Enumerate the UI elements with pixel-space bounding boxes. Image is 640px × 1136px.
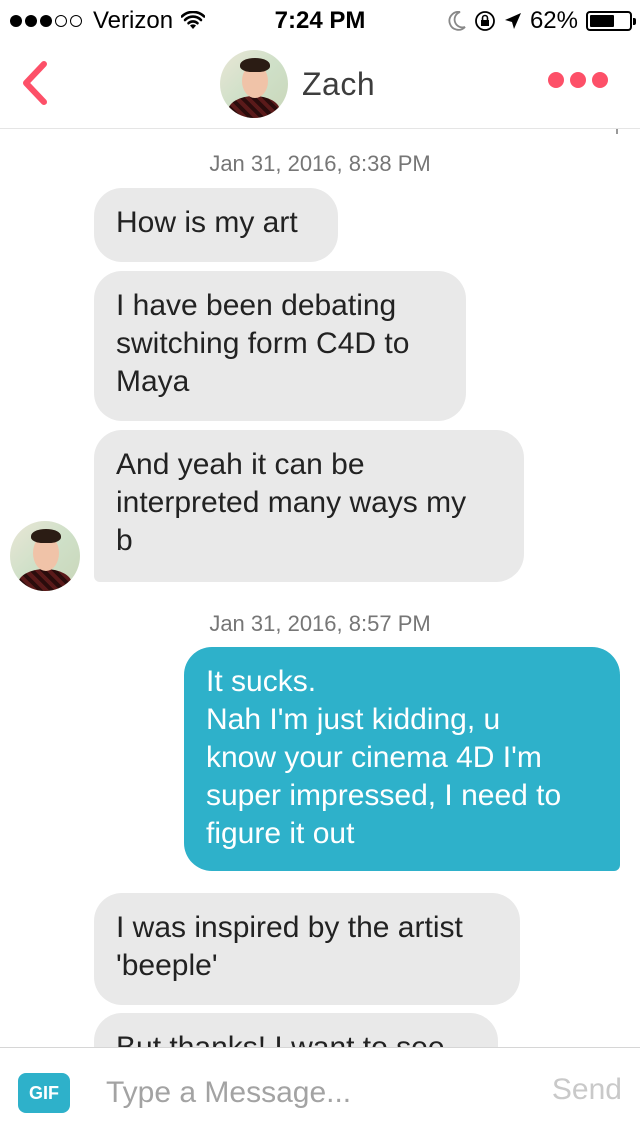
outgoing-message-bubble[interactable]: It sucks. Nah I'm just kidding, u know y… — [184, 647, 620, 871]
message-line: I have been debating — [116, 289, 397, 322]
avatar-shirt — [18, 569, 72, 591]
sender-avatar[interactable] — [10, 521, 80, 591]
battery-icon — [586, 11, 636, 31]
chat-screen: Verizon 7:24 PM 62% Zach Jan 31, 2016, 8… — [0, 0, 640, 1136]
message-line: switching form C4D to — [116, 327, 410, 360]
message-line: It sucks. — [206, 665, 317, 698]
message-list[interactable]: Jan 31, 2016, 8:38 PM How is my art I ha… — [0, 129, 640, 1047]
scroll-indicator — [616, 129, 618, 134]
message-line: But thanks! I want to see — [116, 1029, 476, 1047]
status-right: 62% — [440, 7, 636, 35]
avatar — [220, 50, 288, 118]
battery-percent: 62% — [529, 7, 578, 34]
message-timestamp: Jan 31, 2016, 8:38 PM — [209, 151, 431, 176]
more-dot — [592, 72, 608, 88]
battery-tip — [633, 18, 636, 25]
more-options-button[interactable] — [542, 72, 608, 88]
contact-name: Zach — [302, 65, 376, 102]
back-button[interactable] — [16, 58, 56, 108]
message-composer: GIF Send — [0, 1047, 640, 1136]
gif-button[interactable]: GIF — [18, 1073, 70, 1113]
status-bar: Verizon 7:24 PM 62% — [0, 0, 640, 40]
message-line: figure it out — [206, 817, 355, 850]
message-line: I was inspired by the artist — [116, 911, 463, 944]
message-line: interpreted many ways my — [116, 486, 467, 519]
chevron-left-icon — [23, 61, 47, 105]
rotation-lock-icon — [475, 11, 495, 31]
message-line: super impressed, I need to — [206, 779, 562, 812]
incoming-message-bubble[interactable]: I was inspired by the artist 'beeple' — [94, 893, 520, 1005]
avatar-hair — [31, 529, 61, 543]
moon-icon — [448, 11, 466, 31]
incoming-message-bubble[interactable]: And yeah it can be interpreted many ways… — [94, 430, 524, 582]
message-line: 'beeple' — [116, 949, 218, 982]
message-line: know your cinema 4D I'm — [206, 741, 542, 774]
message-line: And yeah it can be — [116, 448, 365, 481]
message-line: Maya — [116, 365, 190, 398]
more-dot — [548, 72, 564, 88]
avatar-shirt — [228, 96, 280, 118]
avatar-hair — [240, 58, 270, 72]
location-arrow-icon — [504, 13, 521, 29]
incoming-message-bubble[interactable]: But thanks! I want to see — [94, 1013, 498, 1047]
message-line: How is my art — [116, 206, 298, 239]
message-timestamp: Jan 31, 2016, 8:57 PM — [209, 611, 431, 636]
message-input[interactable] — [106, 1070, 526, 1116]
incoming-message-bubble[interactable]: How is my art — [94, 188, 338, 262]
message-line: b — [116, 524, 133, 557]
battery-fill — [590, 15, 614, 27]
send-button[interactable]: Send — [552, 1073, 622, 1107]
chat-header: Zach — [0, 40, 640, 129]
contact-profile-button[interactable]: Zach — [220, 50, 375, 118]
incoming-message-bubble[interactable]: I have been debating switching form C4D … — [94, 271, 466, 421]
more-dot — [570, 72, 586, 88]
message-line: Nah I'm just kidding, u — [206, 703, 501, 736]
